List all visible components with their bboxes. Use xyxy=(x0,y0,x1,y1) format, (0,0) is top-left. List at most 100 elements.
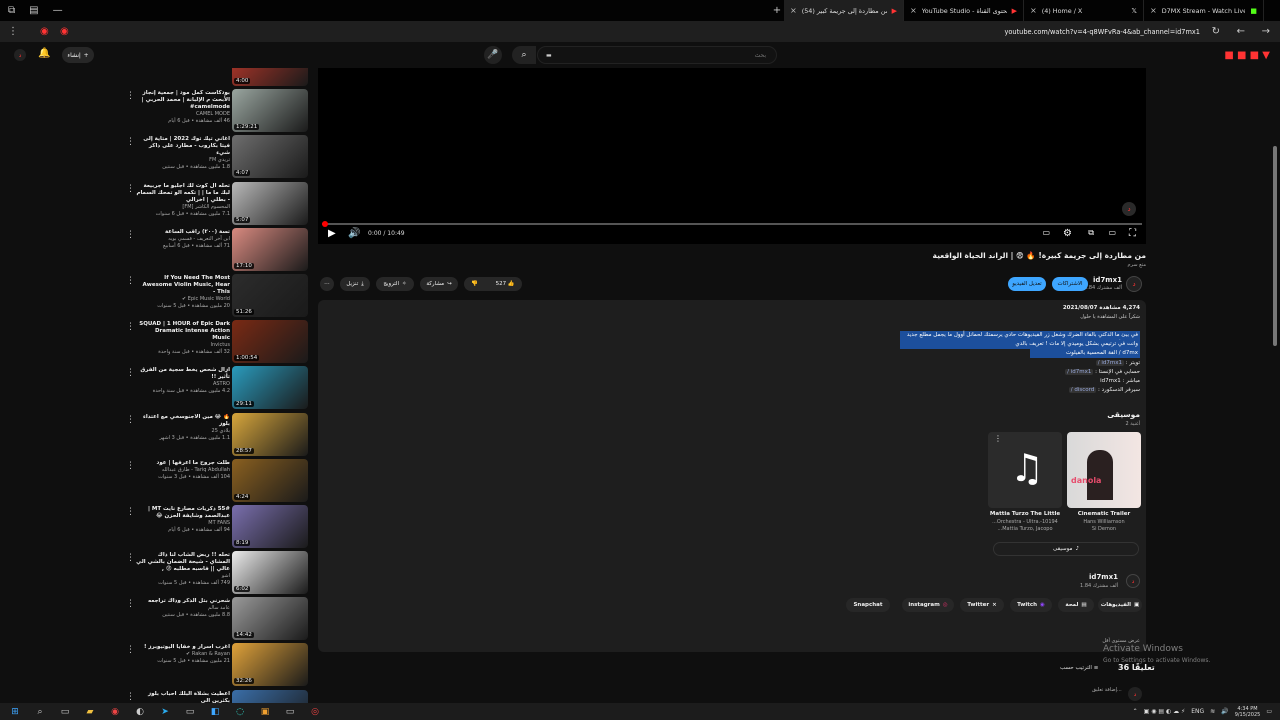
card-more-icon[interactable]: ⋮ xyxy=(994,434,1002,443)
more-options-icon[interactable]: ⋮ xyxy=(126,692,135,702)
close-tab-icon[interactable]: × xyxy=(1150,6,1157,15)
related-video-item[interactable]: ⋮ تسة (٢٠٠) راقب الساعة ابن آخر التعريف - … xyxy=(120,227,312,273)
new-tab-icon[interactable]: + xyxy=(770,5,784,16)
edge-icon[interactable]: ◌ xyxy=(233,706,247,718)
related-video-title[interactable]: شحرني بتل الذكر وذاك تراجعه xyxy=(136,598,230,605)
progress-bar[interactable] xyxy=(322,221,1142,227)
more-options-icon[interactable]: ⋮ xyxy=(126,137,135,147)
related-video-title[interactable]: تسة (٢٠٠) راقب الساعة xyxy=(136,229,230,236)
about-button[interactable]: لمحة ▤ xyxy=(1058,598,1094,612)
related-video-channel[interactable]: بلادي 25 xyxy=(136,428,230,435)
related-video-thumbnail[interactable]: 1:29:21 xyxy=(232,89,308,133)
related-video-thumbnail[interactable]: 8:19 xyxy=(232,504,308,548)
app-icon[interactable]: ▣ xyxy=(258,706,272,718)
related-video-title[interactable]: SQUAD | 1 HOUR of Epic Dark Dramatic Int… xyxy=(136,321,230,342)
related-video-channel[interactable]: ابن آخر التعريف - قسمي بويه xyxy=(136,236,230,243)
extension-icons[interactable]: ■ ■ ■ ▼ xyxy=(1224,50,1270,61)
related-video-channel[interactable]: تريدي FM xyxy=(136,157,230,164)
video-player[interactable]: د ▶ 🔊 0:00 / 10:49 ▭ ⚙ ⧉ ▭ ⛶ xyxy=(318,68,1146,244)
related-video-thumbnail[interactable]: 1:00:54 xyxy=(232,320,308,364)
tab-kick-stream[interactable]: × D7MX Stream - Watch Live on ■ xyxy=(1144,0,1264,21)
more-options-icon[interactable]: ⋮ xyxy=(126,599,135,609)
related-video-item[interactable]: ⋮ اعطيت بشلاة البلك احباب بلوز بكثرين الي xyxy=(120,689,312,703)
tab-youtube-studio[interactable]: × YouTube Studio - محتوى القناة ▶ xyxy=(904,0,1024,21)
more-options-icon[interactable]: ⋮ xyxy=(126,184,135,194)
notifications-tray-icon[interactable]: ▭ xyxy=(1266,708,1272,715)
notifications-icon[interactable]: 🔔 xyxy=(38,48,50,59)
channel-avatar-small[interactable]: د xyxy=(1126,574,1140,588)
subscriptions-button[interactable]: الاشتراكات xyxy=(1052,277,1088,291)
promote-button[interactable]: الترويج ✧ xyxy=(376,277,414,291)
related-video-channel[interactable]: اشو xyxy=(136,573,230,580)
related-video-title[interactable]: بودكاست كمل مود | جمعية إنجاز الأبحث م ا… xyxy=(136,90,230,111)
related-video-thumbnail[interactable] xyxy=(232,689,308,703)
volume-icon[interactable]: 🔊 xyxy=(348,228,360,239)
description-box[interactable]: 4,274 مشاهدة 2021/08/07 شكراً على المشاه… xyxy=(318,300,1146,652)
related-video-title[interactable]: اغاني تيك توك 2022 | متاية إلى فيتا بكار… xyxy=(136,136,230,157)
more-options-icon[interactable]: ⋮ xyxy=(126,415,135,425)
related-video-thumbnail[interactable]: 14:42 xyxy=(232,597,308,641)
add-comment-input[interactable]: إضافة تعليق... xyxy=(1092,687,1122,693)
related-video-title[interactable]: اعطيت بشلاة البلك احباب بلوز بكثرين الي xyxy=(136,691,230,703)
tray-expand-icon[interactable]: ⌃ xyxy=(1133,708,1138,715)
task-view-icon[interactable]: ▭ xyxy=(58,706,72,718)
related-video-item[interactable]: ⋮ If You Need The Most Awesome Violin Mus… xyxy=(120,273,312,319)
related-video-thumbnail[interactable]: 5:07 xyxy=(232,181,308,225)
window-menu-icon[interactable]: ▤ xyxy=(29,5,38,16)
related-video-thumbnail[interactable]: 6:02 xyxy=(232,551,308,595)
instagram-button[interactable]: instagram ◎ xyxy=(902,598,954,612)
related-video-thumbnail[interactable]: 29:11 xyxy=(232,366,308,410)
related-video-thumbnail[interactable]: 4:00 xyxy=(232,68,308,86)
edit-video-button[interactable]: تعديل الفيديو xyxy=(1008,277,1046,291)
back-arrow-icon[interactable]: ← xyxy=(1237,26,1245,37)
related-video-title[interactable]: If You Need The Most Awesome Violin Musi… xyxy=(136,275,231,296)
opera-gx-icon[interactable]: ◉ xyxy=(40,26,49,37)
more-options-icon[interactable]: ⋮ xyxy=(126,553,135,563)
more-options-icon[interactable]: ⋮ xyxy=(126,507,135,517)
search-input[interactable]: ▬ بحث xyxy=(537,46,777,64)
twitter-button[interactable]: Twitter × xyxy=(960,598,1004,612)
related-video-channel[interactable]: Rakan & Rayan ✔ xyxy=(136,651,230,658)
file-explorer-icon[interactable]: ▰ xyxy=(83,706,97,718)
minimize-icon[interactable]: — xyxy=(53,5,63,16)
channel-watermark[interactable]: د xyxy=(1122,202,1136,216)
more-options-icon[interactable]: ⋮ xyxy=(126,230,135,240)
related-video-item[interactable]: ⋮ 55# ذكريات مصارع نايت MT | عبدالصمد وشا… xyxy=(120,504,312,550)
related-video-item[interactable]: ⋮ طلت جروح ما اعرفها | عود Tariq Abdullah … xyxy=(120,458,312,504)
more-options-icon[interactable]: ⋮ xyxy=(126,645,135,655)
like-button[interactable]: 527 👍 xyxy=(496,281,515,287)
related-video-thumbnail[interactable]: 28:57 xyxy=(232,412,308,456)
related-video-item[interactable]: ⋮ اغرب اسرار و خفايا اليوتيوبرز ! Rakan & … xyxy=(120,642,312,688)
more-options-icon[interactable]: ⋮ xyxy=(126,322,135,332)
song-title[interactable]: Cinematic Trailer xyxy=(1064,511,1144,517)
reload-icon[interactable]: ↻ xyxy=(1212,26,1220,37)
github-icon[interactable]: ◐ xyxy=(133,706,147,718)
play-icon[interactable]: ▶ xyxy=(328,228,336,239)
telegram-icon[interactable]: ➤ xyxy=(158,706,172,718)
related-video-item[interactable]: ⋮ ازال شحص يخط سجية من الفرق تأثير !! ASTR… xyxy=(120,365,312,411)
opera-gx-icon-2[interactable]: ◉ xyxy=(60,26,69,37)
related-video-item[interactable]: ⋮ اغاني تيك توك 2022 | متاية إلى فيتا بكا… xyxy=(120,134,312,180)
related-video-thumbnail[interactable]: 32:26 xyxy=(232,643,308,687)
sort-by-button[interactable]: الترتيب حسب ≡ xyxy=(1060,665,1098,671)
related-video-title[interactable]: اغرب اسرار و خفايا اليوتيوبرز ! xyxy=(136,644,230,651)
search-button[interactable]: ⌕ xyxy=(512,46,536,64)
voice-search-button[interactable]: 🎤 xyxy=(484,46,502,64)
related-video-thumbnail[interactable]: 4:24 xyxy=(232,458,308,502)
related-video-thumbnail[interactable]: 51:26 xyxy=(232,273,308,317)
close-tab-icon[interactable]: × xyxy=(790,6,797,15)
back-icon[interactable]: ⋮ xyxy=(8,26,18,37)
clock[interactable]: 4:34 PM 9/15/2025 xyxy=(1235,706,1261,718)
related-video-item[interactable]: ⋮ بودكاست كمل مود | جمعية إنجاز الأبحث م … xyxy=(120,88,312,134)
page-scrollbar[interactable] xyxy=(1272,68,1278,703)
song-title[interactable]: Mattia Turzo The Little xyxy=(985,511,1065,517)
live-link[interactable]: id7mx1 xyxy=(1100,378,1121,384)
twitter-link[interactable]: id7mx1 / xyxy=(1095,360,1125,366)
channel-name[interactable]: id7mx1 xyxy=(1093,276,1122,284)
related-video-channel[interactable]: Tariq Abdullah - طارق عبدالله xyxy=(136,467,230,474)
related-video-title[interactable]: 🔥 😂 مين الاجنوسخي مع اعتداء بلوز xyxy=(136,414,230,428)
settings-gear-icon[interactable]: ⚙ xyxy=(1063,228,1072,239)
more-options-icon[interactable]: ⋮ xyxy=(126,91,135,101)
language-indicator[interactable]: ENG xyxy=(1191,708,1204,715)
dislike-icon[interactable]: 👎 xyxy=(471,281,478,287)
